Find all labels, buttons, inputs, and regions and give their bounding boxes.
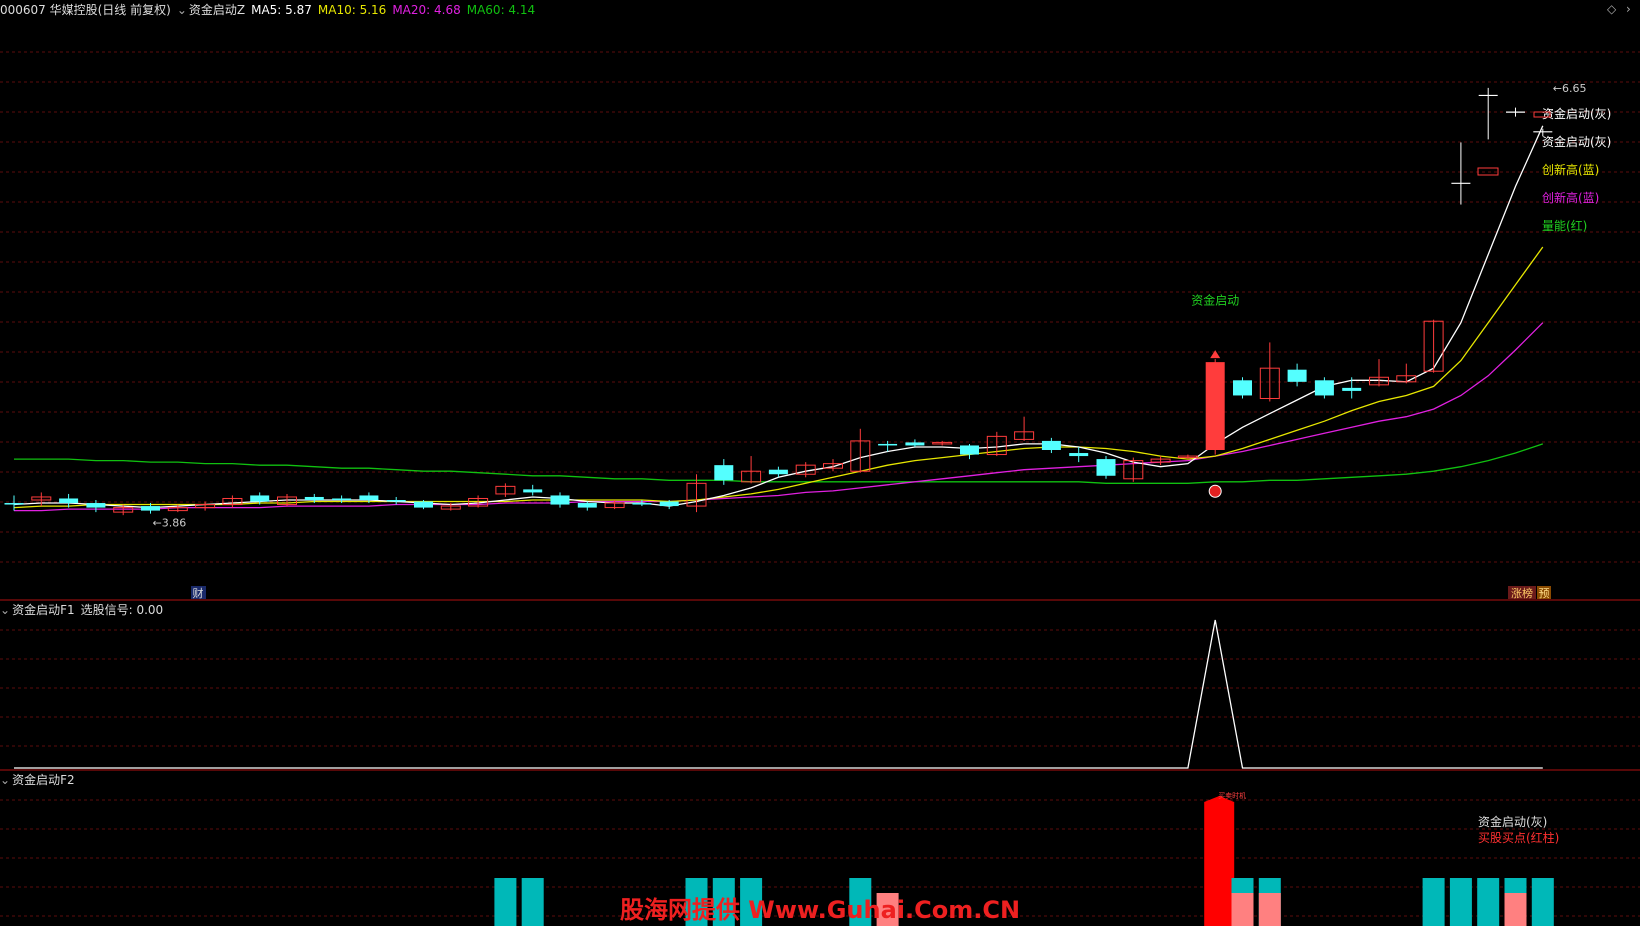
candle-body bbox=[632, 503, 652, 505]
f1-signal-line bbox=[14, 619, 1543, 769]
f2-red-bar bbox=[1204, 802, 1235, 926]
legend-item: 量能(红) bbox=[1542, 218, 1587, 233]
legend-marker bbox=[1477, 167, 1499, 176]
cai-badge-text: 财 bbox=[193, 586, 204, 600]
candle-body bbox=[1287, 369, 1307, 382]
collapse-icon[interactable]: ⌄ bbox=[0, 600, 10, 620]
candle-body bbox=[714, 465, 734, 481]
main-header: 000607 华媒控股(日线 前复权) ⌄ 资金启动Z MA5: 5.87 MA… bbox=[0, 0, 541, 20]
candle-body bbox=[1205, 362, 1225, 450]
ma10-value: MA10: 5.16 bbox=[317, 3, 387, 17]
candle-body bbox=[577, 503, 597, 508]
signal-up-arrow bbox=[1210, 350, 1221, 359]
candle-body bbox=[768, 469, 788, 475]
candle-body bbox=[905, 442, 925, 446]
legend-item: 资金启动(灰) bbox=[1542, 134, 1611, 149]
candle-body bbox=[659, 501, 679, 507]
f2-teal-bar bbox=[1449, 878, 1472, 926]
candle-body bbox=[386, 500, 406, 502]
candle-body bbox=[414, 501, 433, 508]
low-price-label: ←3.86 bbox=[153, 517, 187, 530]
candle-body bbox=[1041, 440, 1061, 450]
collapse-icon[interactable]: ⌄ bbox=[0, 770, 10, 790]
candle-body bbox=[141, 506, 160, 511]
ma20-value: MA20: 4.68 bbox=[392, 3, 461, 17]
candle-body bbox=[86, 503, 106, 508]
f2-legend-item: 资金启动(灰) bbox=[1478, 814, 1547, 829]
candle-body bbox=[304, 496, 324, 500]
f2-signal-text: 买卖时机 bbox=[1218, 791, 1246, 800]
signal-dot-icon bbox=[1208, 484, 1222, 498]
legend-item: 创新高(蓝) bbox=[1542, 162, 1599, 177]
legend-item: 创新高(蓝) bbox=[1542, 190, 1599, 205]
ma60-value: MA60: 4.14 bbox=[466, 3, 536, 17]
f2-teal-bar bbox=[1422, 878, 1445, 926]
candle-body bbox=[1314, 380, 1334, 396]
start-signal-label: 资金启动 bbox=[1191, 293, 1239, 308]
candle-body bbox=[960, 445, 979, 455]
f2-title[interactable]: 资金启动F2 bbox=[12, 770, 75, 790]
high-price-label: ←6.65 bbox=[1553, 82, 1587, 95]
diamond-icon[interactable]: ◇ bbox=[1607, 2, 1616, 16]
candle-body bbox=[523, 489, 543, 493]
f2-teal-bar bbox=[1531, 878, 1554, 926]
stock-title: 000607 华媒控股(日线 前复权) bbox=[0, 3, 171, 17]
candle-body bbox=[250, 495, 270, 502]
legend-item: 资金启动(灰) bbox=[1542, 106, 1611, 121]
watermark-text: 股海网提供 Www.Guhai.Com.CN bbox=[620, 896, 1020, 924]
candle-body bbox=[878, 443, 898, 446]
ma5-value: MA5: 5.87 bbox=[251, 3, 312, 17]
f1-header: ⌄ 资金启动F1 选股信号: 0.00 bbox=[0, 600, 169, 620]
f2-pink-bar bbox=[1258, 893, 1281, 926]
f2-teal-bar bbox=[1477, 878, 1500, 926]
f2-legend-item: 买股买点(红柱) bbox=[1478, 830, 1559, 845]
candle-body bbox=[1342, 387, 1362, 391]
candle-body bbox=[1069, 453, 1089, 457]
candle-body bbox=[550, 495, 570, 505]
zhangbang-badge-text: 涨榜 bbox=[1511, 586, 1533, 600]
yu-badge-text: 预 bbox=[1539, 587, 1550, 600]
candle-body bbox=[359, 495, 379, 500]
dropdown-icon[interactable]: ⌄ bbox=[177, 0, 187, 20]
f1-title[interactable]: 资金启动F1 bbox=[12, 600, 75, 620]
expand-icon[interactable]: › bbox=[1626, 2, 1631, 16]
f2-pink-bar bbox=[1231, 893, 1254, 926]
chart-canvas[interactable]: 买卖时机资金启动(灰)买股买点(红柱)股海网提供 Www.Guhai.Com.C… bbox=[0, 0, 1640, 926]
f2-teal-bar bbox=[494, 878, 517, 926]
indicator-name[interactable]: 资金启动Z bbox=[189, 0, 245, 20]
f1-value: 选股信号: 0.00 bbox=[80, 603, 164, 617]
ma5-line bbox=[13, 125, 1544, 509]
candle-body bbox=[1233, 380, 1252, 396]
f2-pink-bar bbox=[1504, 893, 1527, 926]
f2-header: ⌄ 资金启动F2 bbox=[0, 770, 81, 790]
candle-body bbox=[1096, 459, 1116, 476]
candle-body bbox=[332, 498, 352, 500]
f2-teal-bar bbox=[521, 878, 544, 926]
candle-body bbox=[59, 498, 79, 504]
candle-body bbox=[4, 503, 24, 505]
